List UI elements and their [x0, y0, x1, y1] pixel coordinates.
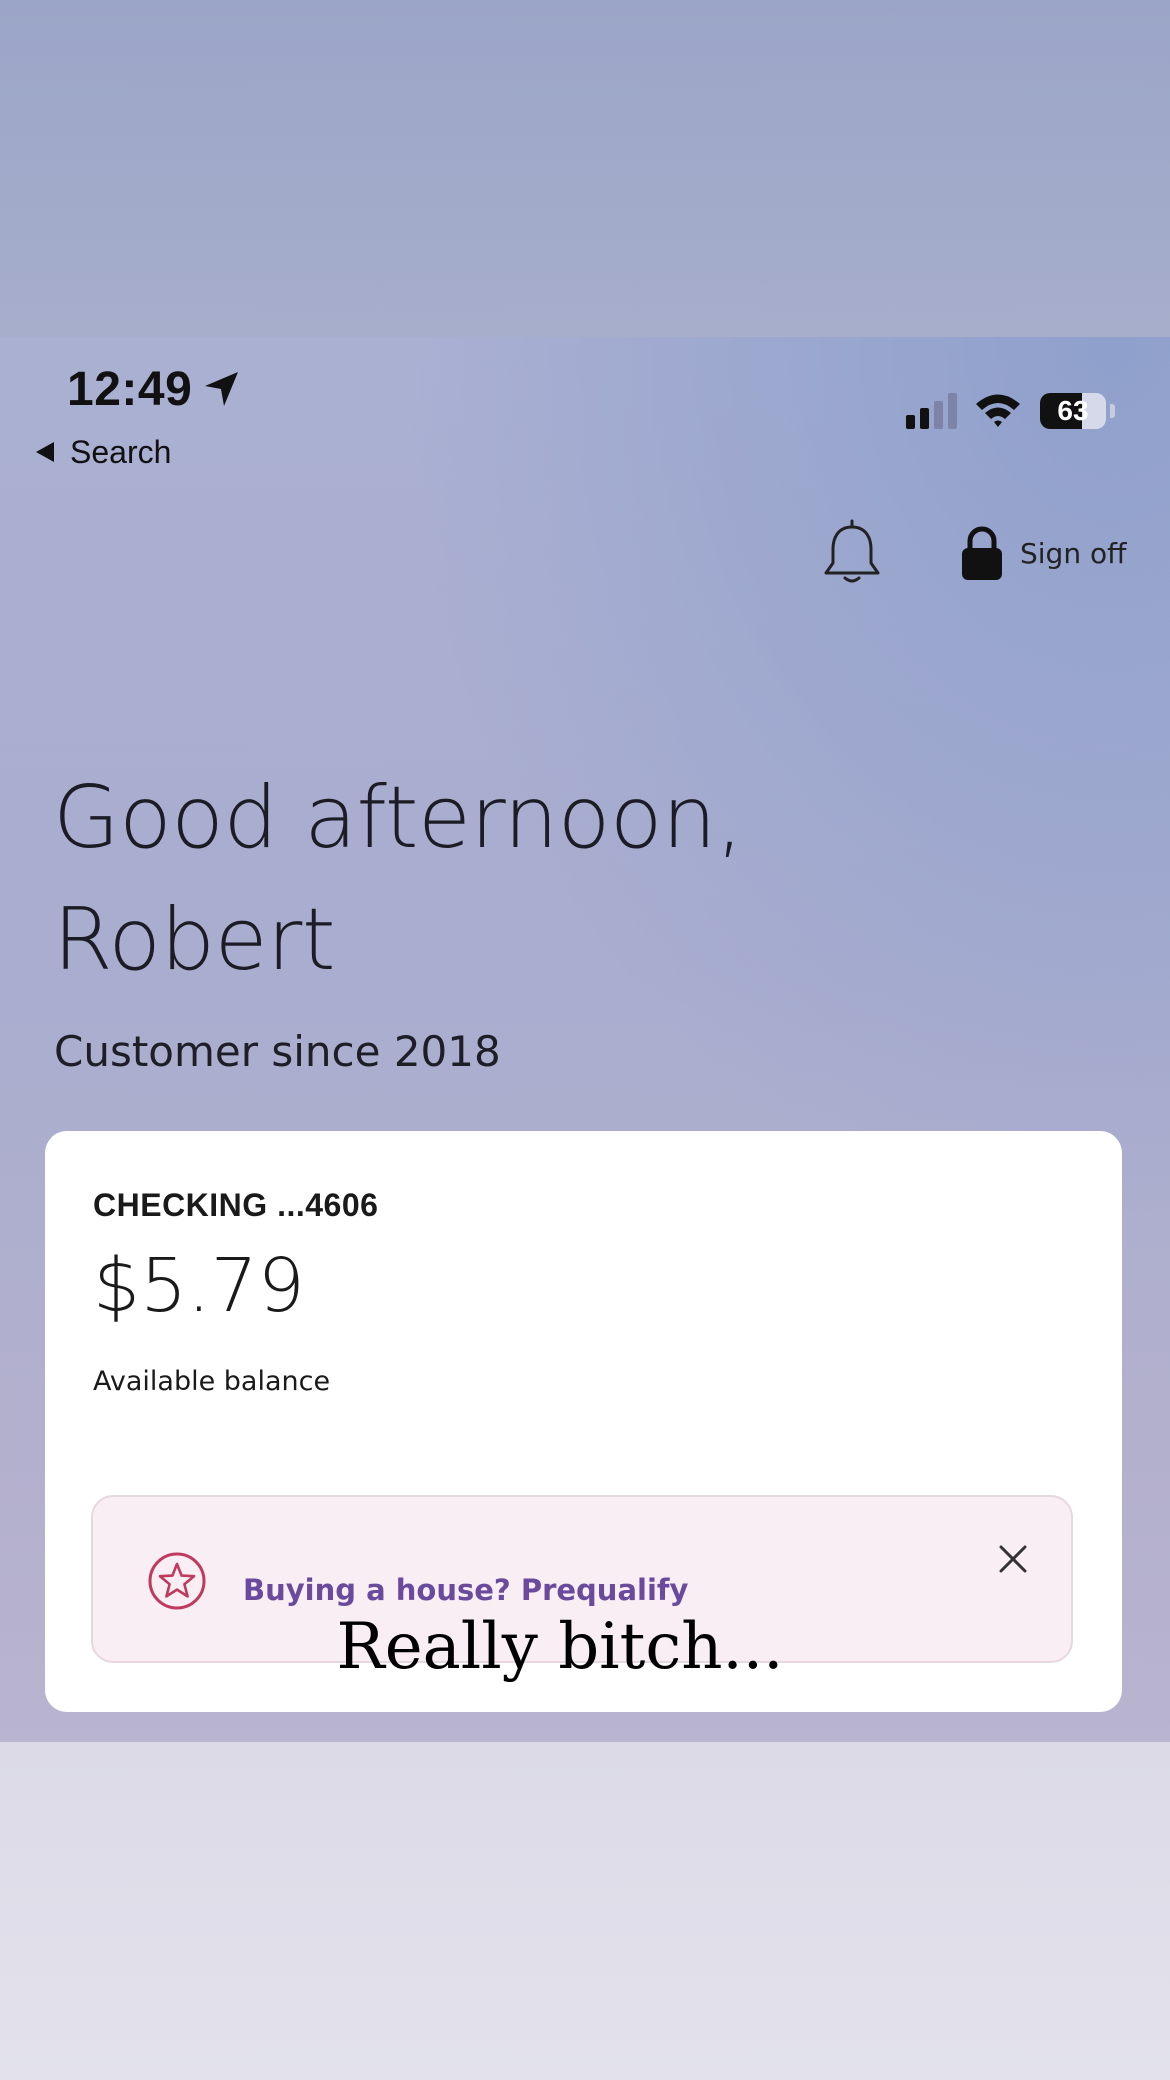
battery-icon: 63 — [1040, 393, 1106, 429]
back-label: Search — [70, 433, 172, 470]
account-name[interactable]: CHECKING ...4606 — [93, 1187, 378, 1224]
battery-percent: 63 — [1057, 395, 1089, 426]
sign-off-button[interactable]: Sign off — [960, 525, 1126, 581]
balance-label: Available balance — [93, 1366, 331, 1397]
star-icon — [148, 1552, 206, 1610]
app-screen: 12:49 Search 63 Sign off Good afternoon, — [0, 337, 1170, 1742]
promo-link[interactable]: Buying a house? Prequalify — [243, 1573, 688, 1607]
overlay-caption: Really bitch... — [336, 1610, 784, 1684]
top-background — [0, 0, 1170, 337]
lock-icon — [962, 526, 1002, 580]
bottom-background — [0, 1742, 1170, 2080]
cellular-signal-icon — [906, 393, 957, 429]
wifi-icon — [976, 394, 1020, 427]
account-balance: $5.79 — [93, 1243, 305, 1329]
back-triangle-icon — [36, 442, 54, 462]
bell-icon[interactable] — [822, 519, 882, 585]
sign-off-label: Sign off — [1020, 536, 1127, 570]
greeting-heading: Good afternoon, Robert — [53, 757, 953, 1001]
location-arrow-icon — [205, 372, 238, 406]
close-icon[interactable] — [993, 1539, 1033, 1579]
status-time: 12:49 — [67, 363, 193, 416]
greeting-line-1: Good afternoon, — [53, 768, 743, 868]
customer-since: Customer since 2018 — [54, 1027, 501, 1076]
battery-nub — [1110, 404, 1115, 418]
back-to-search-button[interactable]: Search — [36, 432, 171, 472]
greeting-line-2: Robert — [53, 890, 336, 990]
